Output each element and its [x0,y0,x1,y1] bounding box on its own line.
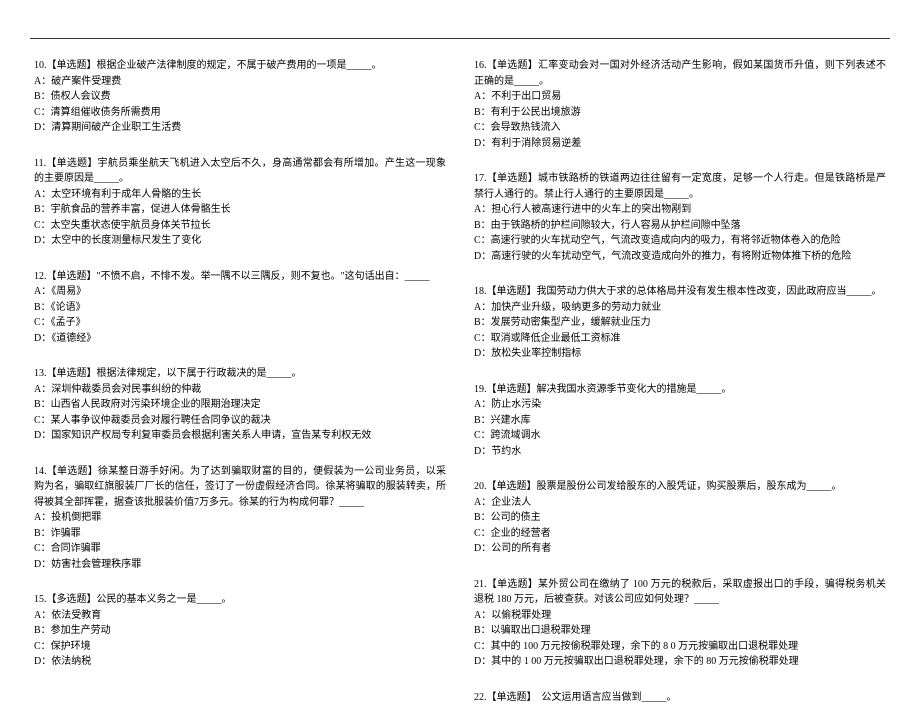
question-10: 10.【单选题】根据企业破产法律制度的规定，不属于破产费用的一项是_____。 … [34,58,446,136]
q13-option-b: B：山西省人民政府对污染环境企业的限期治理决定 [34,397,446,413]
q14-option-b: B：诈骗罪 [34,526,446,542]
q21-option-c: C：其中的 100 万元按偷税罪处理，余下的 8 0 万元按骗取出口退税罪处理 [474,639,886,655]
q19-option-d: D：节约水 [474,444,886,460]
q12-stem: 12.【单选题】"不愤不启，不悱不发。举一隅不以三隅反，则不复也。"这句话出自：… [34,269,446,285]
q14-option-d: D：妨害社会管理秩序罪 [34,557,446,573]
q17-option-b: B：由于铁路桥的护栏间隙较大，行人容易从护栏间隙中坠落 [474,218,886,234]
q16-option-d: D：有利于消除贸易逆差 [474,136,886,152]
q19-stem: 19.【单选题】解决我国水资源季节变化大的措施是_____。 [474,382,886,398]
q21-option-d: D：其中的 1 00 万元按骗取出口退税罪处理，余下的 80 万元按偷税罪处理 [474,654,886,670]
q21-stem: 21.【单选题】某外贸公司在缴纳了 100 万元的税款后，采取虚报出口的手段，骗… [474,577,886,608]
left-column: 10.【单选题】根据企业破产法律制度的规定，不属于破产费用的一项是_____。 … [34,58,446,725]
q18-option-c: C：取消或降低企业最低工资标准 [474,331,886,347]
question-18: 18.【单选题】我国劳动力供大于求的总体格局并没有发生根本性改变，因此政府应当_… [474,284,886,362]
question-20: 20.【单选题】股票是股份公司发给股东的入股凭证，购买股票后，股东成为_____… [474,479,886,557]
q16-option-a: A：不利于出口贸易 [474,89,886,105]
q17-option-a: A：担心行人被高速行进中的火车上的突出物剐到 [474,202,886,218]
question-11: 11.【单选题】宇航员乘坐航天飞机进入太空后不久，身高通常都会有所增加。产生这一… [34,156,446,249]
question-22: 22.【单选题】 公文运用语言应当做到_____。 [474,690,886,706]
q14-option-a: A：投机倒把罪 [34,510,446,526]
q15-option-a: A：依法受教育 [34,608,446,624]
q11-option-c: C：太空失重状态使宇航员身体关节拉长 [34,218,446,234]
question-12: 12.【单选题】"不愤不启，不悱不发。举一隅不以三隅反，则不复也。"这句话出自：… [34,269,446,347]
q21-option-a: A：以偷税罪处理 [474,608,886,624]
q16-stem: 16.【单选题】汇率变动会对一国对外经济活动产生影响，假如某国货币升值，则下列表… [474,58,886,89]
question-14: 14.【单选题】徐某整日游手好闲。为了达到骗取财富的目的，便假装为一公司业务员，… [34,464,446,573]
q13-option-d: D：国家知识产权局专利复审委员会根据利害关系人申请，宣告某专利权无效 [34,428,446,444]
q18-stem: 18.【单选题】我国劳动力供大于求的总体格局并没有发生根本性改变，因此政府应当_… [474,284,886,300]
q10-stem: 10.【单选题】根据企业破产法律制度的规定，不属于破产费用的一项是_____。 [34,58,446,74]
q12-option-d: D：《道德经》 [34,331,446,347]
q18-option-b: B：发展劳动密集型产业，缓解就业压力 [474,315,886,331]
q21-option-b: B：以骗取出口退税罪处理 [474,623,886,639]
horizontal-rule [30,38,890,39]
q13-stem: 13.【单选题】根据法律规定，以下属于行政裁决的是_____。 [34,366,446,382]
q12-option-a: A：《周易》 [34,284,446,300]
q19-option-a: A：防止水污染 [474,397,886,413]
question-15: 15.【多选题】公民的基本义务之一是_____。 A：依法受教育 B：参加生产劳… [34,592,446,670]
q10-option-c: C：清算组催收债务所需费用 [34,105,446,121]
q16-option-b: B：有利于公民出境旅游 [474,105,886,121]
q11-option-b: B：宇航食品的营养丰富，促进人体骨骼生长 [34,202,446,218]
q10-option-b: B：债权人会议费 [34,89,446,105]
q17-option-c: C：高速行驶的火车扰动空气，气流改变造成向内的吸力，有将邻近物体卷入的危险 [474,233,886,249]
q10-option-d: D：清算期间破产企业职工生活费 [34,120,446,136]
q20-option-c: C：企业的经营者 [474,526,886,542]
question-13: 13.【单选题】根据法律规定，以下属于行政裁决的是_____。 A：深圳仲裁委员… [34,366,446,444]
q10-option-a: A：破产案件受理费 [34,74,446,90]
q15-option-d: D：依法纳税 [34,654,446,670]
question-19: 19.【单选题】解决我国水资源季节变化大的措施是_____。 A：防止水污染 B… [474,382,886,460]
q17-stem: 17.【单选题】城市铁路桥的铁道两边往往留有一定宽度，足够一个人行走。但是铁路桥… [474,171,886,202]
question-16: 16.【单选题】汇率变动会对一国对外经济活动产生影响，假如某国货币升值，则下列表… [474,58,886,151]
q18-option-d: D：放松失业率控制指标 [474,346,886,362]
q20-option-d: D：公司的所有者 [474,541,886,557]
q20-option-a: A：企业法人 [474,495,886,511]
q19-option-b: B：兴建水库 [474,413,886,429]
q18-option-a: A：加快产业升级，吸纳更多的劳动力就业 [474,300,886,316]
two-column-layout: 10.【单选题】根据企业破产法律制度的规定，不属于破产费用的一项是_____。 … [0,0,920,725]
q11-stem: 11.【单选题】宇航员乘坐航天飞机进入太空后不久，身高通常都会有所增加。产生这一… [34,156,446,187]
q12-option-b: B：《论语》 [34,300,446,316]
right-column: 16.【单选题】汇率变动会对一国对外经济活动产生影响，假如某国货币升值，则下列表… [474,58,886,725]
q16-option-c: C：会导致热钱流入 [474,120,886,136]
q17-option-d: D：高速行驶的火车扰动空气，气流改变造成向外的推力，有将附近物体推下桥的危险 [474,249,886,265]
question-21: 21.【单选题】某外贸公司在缴纳了 100 万元的税款后，采取虚报出口的手段，骗… [474,577,886,670]
q15-option-b: B：参加生产劳动 [34,623,446,639]
question-17: 17.【单选题】城市铁路桥的铁道两边往往留有一定宽度，足够一个人行走。但是铁路桥… [474,171,886,264]
q14-stem: 14.【单选题】徐某整日游手好闲。为了达到骗取财富的目的，便假装为一公司业务员，… [34,464,446,511]
q15-option-c: C：保护环境 [34,639,446,655]
q19-option-c: C：跨流域调水 [474,428,886,444]
q20-stem: 20.【单选题】股票是股份公司发给股东的入股凭证，购买股票后，股东成为_____… [474,479,886,495]
q13-option-a: A：深圳仲裁委员会对民事纠纷的仲裁 [34,382,446,398]
q22-stem: 22.【单选题】 公文运用语言应当做到_____。 [474,690,886,706]
q12-option-c: C：《孟子》 [34,315,446,331]
q15-stem: 15.【多选题】公民的基本义务之一是_____。 [34,592,446,608]
q11-option-a: A：太空环境有利于成年人骨骼的生长 [34,187,446,203]
q11-option-d: D：太空中的长度测量标尺发生了变化 [34,233,446,249]
q20-option-b: B：公司的债主 [474,510,886,526]
q14-option-c: C：合同诈骗罪 [34,541,446,557]
q13-option-c: C：某人事争议仲裁委员会对履行聘任合同争议的裁决 [34,413,446,429]
